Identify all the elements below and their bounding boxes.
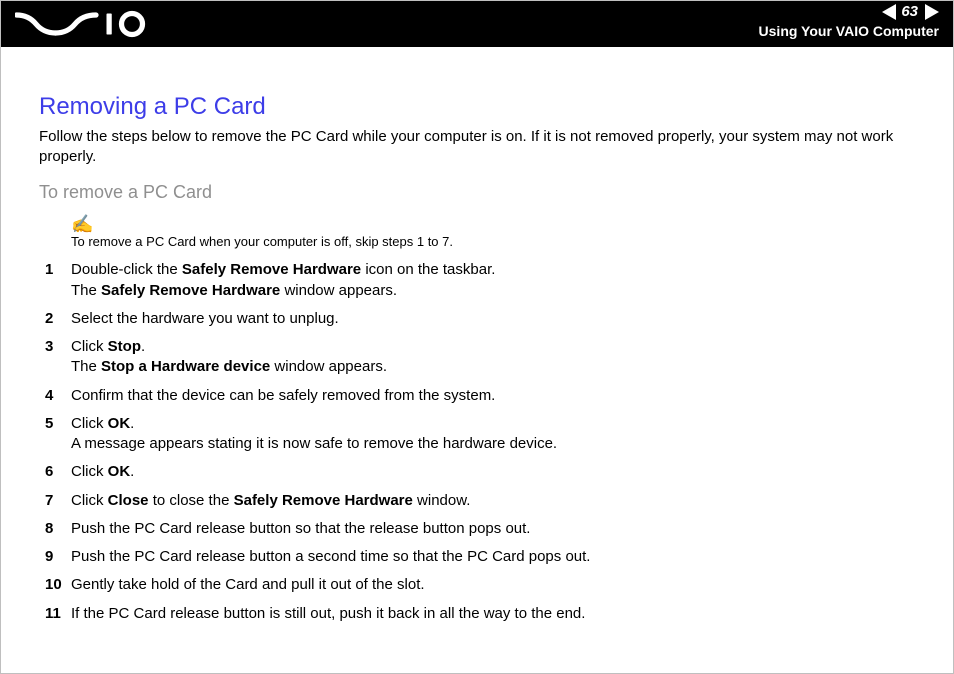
step-body: If the PC Card release button is still o…	[71, 604, 915, 624]
step-number: 3	[45, 337, 71, 357]
step-item: 5Click OK.A message appears stating it i…	[39, 414, 915, 455]
note-block: ✍ To remove a PC Card when your computer…	[71, 215, 915, 251]
step-number: 1	[45, 260, 71, 280]
header-bar: 63 Using Your VAIO Computer	[1, 1, 953, 47]
prev-page-icon[interactable]	[882, 4, 896, 20]
content-area: Removing a PC Card Follow the steps belo…	[1, 47, 953, 652]
page-title: Removing a PC Card	[39, 93, 915, 121]
step-body: Click OK.A message appears stating it is…	[71, 414, 915, 455]
step-number: 10	[45, 575, 71, 595]
step-body: Gently take hold of the Card and pull it…	[71, 575, 915, 595]
step-number: 5	[45, 414, 71, 434]
step-item: 3Click Stop.The Stop a Hardware device w…	[39, 337, 915, 378]
step-number: 2	[45, 309, 71, 329]
step-body: Confirm that the device can be safely re…	[71, 386, 915, 406]
page-number: 63	[899, 3, 920, 20]
step-body: Double-click the Safely Remove Hardware …	[71, 260, 915, 301]
step-number: 8	[45, 519, 71, 539]
page-nav: 63	[882, 3, 939, 20]
section-label: Using Your VAIO Computer	[759, 23, 939, 39]
step-body: Click OK.	[71, 462, 915, 482]
step-body: Click Close to close the Safely Remove H…	[71, 491, 915, 511]
step-item: 6Click OK.	[39, 462, 915, 482]
step-item: 4Confirm that the device can be safely r…	[39, 386, 915, 406]
steps-list: 1Double-click the Safely Remove Hardware…	[39, 260, 915, 624]
step-item: 9Push the PC Card release button a secon…	[39, 547, 915, 567]
step-body: Push the PC Card release button so that …	[71, 519, 915, 539]
intro-paragraph: Follow the steps below to remove the PC …	[39, 127, 915, 168]
step-number: 7	[45, 491, 71, 511]
note-text: To remove a PC Card when your computer i…	[71, 234, 453, 249]
step-number: 11	[45, 604, 71, 624]
step-body: Select the hardware you want to unplug.	[71, 309, 915, 329]
step-body: Push the PC Card release button a second…	[71, 547, 915, 567]
step-number: 9	[45, 547, 71, 567]
step-number: 4	[45, 386, 71, 406]
vaio-logo	[15, 9, 165, 39]
step-item: 7Click Close to close the Safely Remove …	[39, 491, 915, 511]
step-item: 2Select the hardware you want to unplug.	[39, 309, 915, 329]
step-item: 10Gently take hold of the Card and pull …	[39, 575, 915, 595]
next-page-icon[interactable]	[925, 4, 939, 20]
step-item: 8Push the PC Card release button so that…	[39, 519, 915, 539]
step-item: 11If the PC Card release button is still…	[39, 604, 915, 624]
step-body: Click Stop.The Stop a Hardware device wi…	[71, 337, 915, 378]
page: 63 Using Your VAIO Computer Removing a P…	[0, 0, 954, 674]
subheading: To remove a PC Card	[39, 182, 915, 203]
step-item: 1Double-click the Safely Remove Hardware…	[39, 260, 915, 301]
note-icon: ✍	[71, 215, 915, 233]
step-number: 6	[45, 462, 71, 482]
